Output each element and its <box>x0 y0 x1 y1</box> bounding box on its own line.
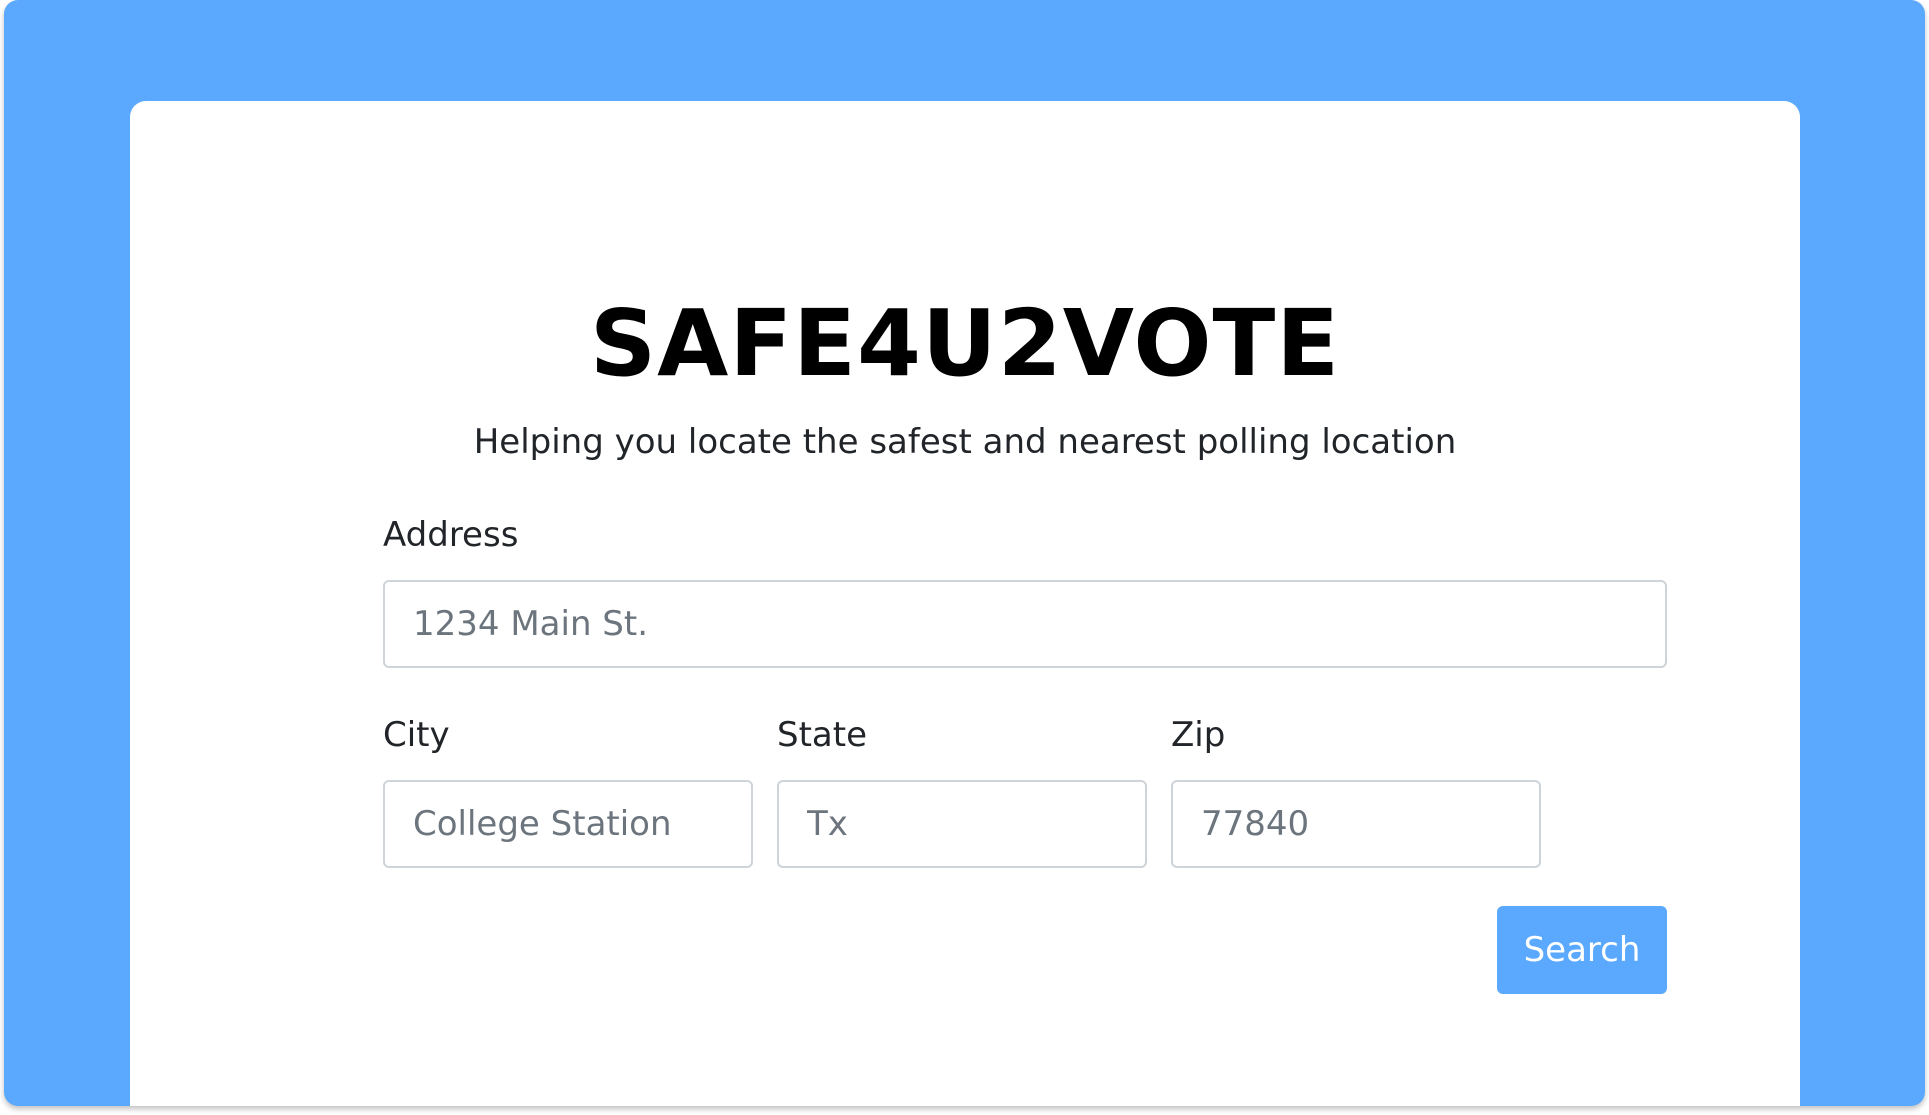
address-label: Address <box>383 515 519 555</box>
state-label: State <box>777 715 867 755</box>
city-input[interactable] <box>383 780 753 868</box>
search-button[interactable]: Search <box>1497 906 1667 994</box>
zip-label: Zip <box>1171 715 1226 755</box>
search-card: SAFE4U2VOTE Helping you locate the safes… <box>130 101 1800 1106</box>
state-input[interactable] <box>777 780 1147 868</box>
zip-input[interactable] <box>1171 780 1541 868</box>
page-title: SAFE4U2VOTE <box>589 290 1341 397</box>
app-background: SAFE4U2VOTE Helping you locate the safes… <box>4 0 1925 1106</box>
city-label: City <box>383 715 450 755</box>
address-input[interactable] <box>383 580 1667 668</box>
page-subtitle: Helping you locate the safest and neares… <box>473 422 1457 462</box>
